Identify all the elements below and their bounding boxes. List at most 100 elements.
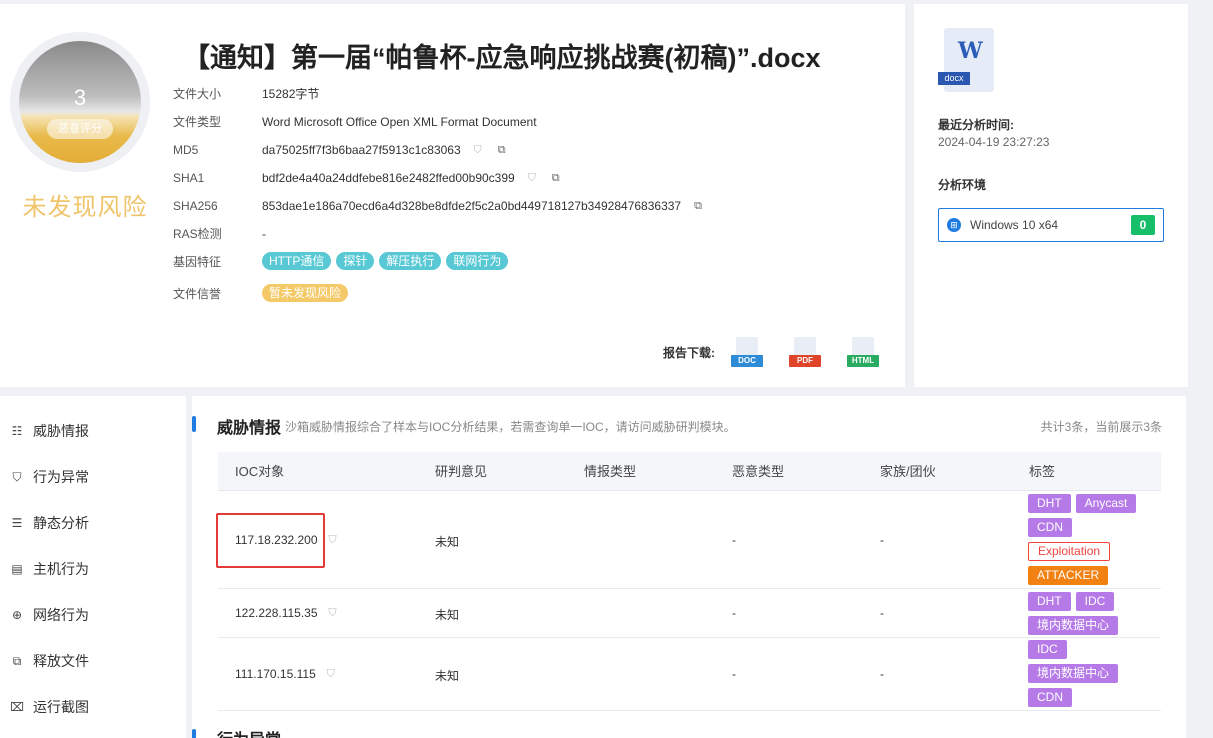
table-header: IOC对象 研判意见 情报类型 恶意类型 家族/团伙 标签 — [218, 452, 1161, 491]
info-label: 基因特征 — [173, 255, 222, 269]
sidebar-item-label: 网络行为 — [33, 607, 89, 623]
word-letter: W — [958, 38, 983, 64]
section-accent-bar — [192, 729, 196, 738]
download-label: 报告下载: — [663, 345, 715, 360]
tag-list: DHT Anycast CDN Exploitation ATTACKER — [1028, 494, 1148, 585]
info-label: SHA1 — [173, 171, 205, 185]
tag: CDN — [1028, 518, 1072, 537]
tag: DHT — [1028, 494, 1071, 513]
doc-label: DOC — [731, 355, 763, 367]
ioc-value[interactable]: 122.228.115.35 — [235, 606, 318, 620]
env-label: 分析环境 — [938, 178, 987, 192]
host-icon: ▤ — [11, 562, 23, 576]
env-selector[interactable]: ⊞ Windows 10 x64 0 — [938, 208, 1164, 242]
column-header: 标签 — [1029, 464, 1056, 479]
badge-icon[interactable]: ⛉ — [525, 171, 539, 185]
tag: IDC — [1075, 592, 1115, 611]
column-header: 家族/团伙 — [880, 464, 936, 479]
badge-icon[interactable]: ⛉ — [326, 606, 340, 620]
info-label: 文件类型 — [173, 115, 222, 129]
env-count-badge: 0 — [1131, 215, 1155, 235]
download-html-icon[interactable]: HTML — [847, 337, 879, 367]
info-label: MD5 — [173, 143, 199, 157]
sidebar-item-label: 运行截图 — [33, 699, 89, 715]
table-row: 122.228.115.35 ⛉ 未知 - - DHT IDC 境内数据中心 — [218, 589, 1161, 638]
result-count: 共计3条，当前展示3条 — [1040, 420, 1162, 434]
score-gauge: 3 恶意评分 — [10, 32, 150, 172]
env-name: Windows 10 x64 — [970, 218, 1059, 232]
windows-icon: ⊞ — [947, 218, 961, 232]
tag: DHT — [1028, 592, 1071, 611]
table-row: 117.18.232.200 ⛉ 未知 - - DHT Anycast CDN … — [218, 491, 1161, 589]
info-value: Word Microsoft Office Open XML Format Do… — [262, 115, 537, 129]
threat-intel-panel: 威胁情报 沙箱威胁情报综合了样本与IOC分析结果，若需查询单一IOC，请访问威胁… — [192, 396, 1186, 738]
tag: ATTACKER — [1028, 566, 1109, 585]
sidebar-item-static-analysis[interactable]: ☰ 静态分析 — [10, 513, 89, 533]
reputation-tag: 暂未发现风险 — [262, 284, 349, 302]
gene-tag: 解压执行 — [379, 252, 442, 270]
sidebar-item-release-file[interactable]: ⧉ 释放文件 — [10, 651, 89, 671]
sidebar-item-host-behavior[interactable]: ▤ 主机行为 — [10, 559, 89, 579]
copy-icon[interactable]: ⧉ — [495, 143, 509, 157]
score-label: 恶意评分 — [47, 119, 113, 139]
section-title: 威胁情报 — [217, 420, 282, 437]
sidebar-item-screenshot[interactable]: ⌧ 运行截图 — [10, 697, 89, 717]
tag: Anycast — [1075, 494, 1137, 513]
screenshot-icon: ⌧ — [10, 700, 24, 714]
sidebar-item-network-behavior[interactable]: ⊕ 网络行为 — [10, 605, 89, 625]
file-summary-card: 3 恶意评分 未发现风险 【通知】第一届“帕鲁杯-应急响应挑战赛(初稿)”.do… — [0, 4, 905, 387]
section-title-behavior: 行为异常 — [217, 726, 281, 738]
ioc-value[interactable]: 111.170.15.115 — [235, 667, 316, 681]
tag: 境内数据中心 — [1028, 664, 1119, 683]
malicious-type-cell: - — [732, 667, 736, 681]
column-header: 恶意类型 — [732, 464, 785, 479]
network-icon: ⊕ — [11, 608, 23, 622]
column-header: 情报类型 — [584, 464, 637, 479]
info-label: 文件信誉 — [173, 287, 222, 301]
download-pdf-icon[interactable]: PDF — [789, 337, 821, 367]
badge-icon[interactable]: ⛉ — [471, 143, 485, 157]
html-label: HTML — [847, 355, 879, 367]
badge-icon[interactable]: ⛉ — [324, 667, 338, 681]
tag-list: DHT IDC 境内数据中心 — [1028, 592, 1148, 635]
info-label: RAS检测 — [173, 227, 222, 241]
copy-icon[interactable]: ⧉ — [691, 199, 705, 213]
section-accent-bar — [192, 416, 196, 432]
word-file-icon: W docx — [938, 28, 996, 92]
info-value: 15282字节 — [262, 87, 320, 101]
risk-verdict: 未发现风险 — [22, 194, 148, 221]
tag: 境内数据中心 — [1028, 616, 1119, 635]
column-header: IOC对象 — [235, 464, 285, 479]
highlight-box — [216, 513, 325, 568]
score-value: 3 — [73, 85, 87, 110]
analysis-info-card: W docx 最近分析时间: 2024-04-19 23:27:23 分析环境 … — [914, 4, 1188, 387]
info-value: - — [262, 227, 266, 241]
copy-icon[interactable]: ⧉ — [549, 171, 563, 185]
static-analysis-icon: ☰ — [11, 516, 23, 530]
malicious-type-cell: - — [732, 533, 736, 547]
opinion-cell: 未知 — [435, 535, 460, 549]
sidebar-item-behavior-anomaly[interactable]: ⛉ 行为异常 — [10, 467, 89, 487]
opinion-cell: 未知 — [435, 608, 460, 622]
file-title: 【通知】第一届“帕鲁杯-应急响应挑战赛(初稿)”.docx — [183, 43, 821, 73]
report-download: 报告下载: DOC PDF HTML — [663, 337, 905, 367]
tag: Exploitation — [1028, 542, 1111, 561]
release-file-icon: ⧉ — [12, 653, 22, 668]
sidebar-item-label: 威胁情报 — [33, 423, 89, 439]
sidebar-item-label: 行为异常 — [33, 469, 89, 485]
family-cell: - — [880, 606, 884, 620]
sidebar-item-threat-intel[interactable]: ☷ 威胁情报 — [10, 421, 89, 441]
sha256-value: 853dae1e186a70ecd6a4d328be8dfde2f5c2a0bd… — [262, 199, 682, 213]
file-ext-label: docx — [938, 72, 970, 85]
table-row: 111.170.15.115 ⛉ 未知 - - IDC 境内数据中心 CDN — [218, 638, 1161, 711]
download-doc-icon[interactable]: DOC — [731, 337, 763, 367]
tag-list: IDC 境内数据中心 CDN — [1028, 640, 1148, 707]
malicious-type-cell: - — [732, 606, 736, 620]
info-label: 文件大小 — [173, 87, 222, 101]
score-gauge-fill: 3 恶意评分 — [19, 41, 141, 163]
gene-tag: 联网行为 — [446, 252, 509, 270]
badge-icon[interactable]: ⛉ — [326, 533, 340, 547]
md5-value: da75025ff7f3b6baa27f5913c1c83063 — [262, 143, 461, 157]
column-header: 研判意见 — [435, 464, 488, 479]
sha1-value: bdf2de4a40a24ddfebe816e2482ffed00b90c399 — [262, 171, 515, 185]
